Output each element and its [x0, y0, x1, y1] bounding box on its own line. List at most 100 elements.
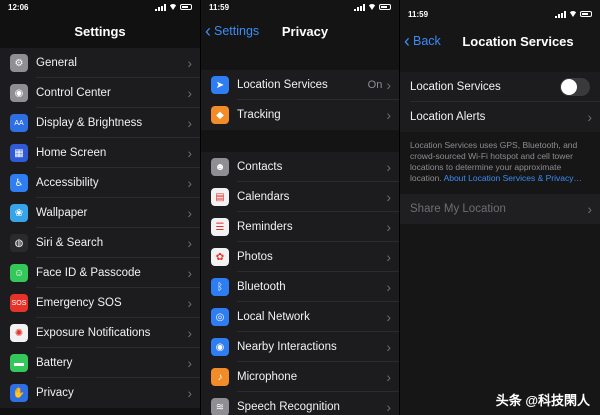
chevron-right-icon: › [187, 145, 192, 161]
list-item[interactable]: ᛒ Bluetooth › [201, 272, 399, 302]
tracking-icon: ◆ [211, 106, 229, 124]
list-item[interactable]: ☰ Reminders › [201, 212, 399, 242]
location-description: Location Services uses GPS, Bluetooth, a… [400, 132, 600, 194]
siri-icon: ◍ [10, 234, 28, 252]
calendar-icon: ▤ [211, 188, 229, 206]
row-label: Control Center [36, 87, 111, 99]
list-item[interactable]: ▤ Calendars › [201, 182, 399, 212]
chevron-right-icon: › [386, 339, 391, 355]
row-label: Local Network [237, 311, 310, 323]
chevron-left-icon: ‹ [404, 31, 410, 51]
list-item[interactable]: ✿ Photos › [201, 242, 399, 272]
list-item[interactable]: ⚙ General › [0, 48, 200, 78]
list-item[interactable]: ☻ Contacts › [201, 152, 399, 182]
page-title: Location Services [462, 33, 574, 49]
contacts-icon: ☻ [211, 158, 229, 176]
location-services-panel: 11:59 ‹ Back Location Services Location … [400, 0, 600, 415]
row-label: Battery [36, 357, 73, 369]
row-label: Home Screen [36, 147, 107, 159]
list-item[interactable]: ♿ Accessibility › [0, 168, 200, 198]
speech-icon: ≋ [211, 398, 229, 415]
status-time: 12:06 [8, 2, 29, 12]
list-item[interactable]: ≋ Speech Recognition › [201, 392, 399, 415]
chevron-right-icon: › [187, 325, 192, 341]
chevron-right-icon: › [187, 235, 192, 251]
settings-list: ⚙ General › ◉ Control Center › AA Display & Bri… [0, 48, 200, 408]
list-item[interactable]: ◍ Siri & Search › [0, 228, 200, 258]
back-button[interactable]: ‹ Settings [205, 14, 259, 48]
row-label: Speech Recognition [237, 401, 340, 413]
chevron-right-icon: › [187, 175, 192, 191]
row-label: Wallpaper [36, 207, 88, 219]
back-button[interactable]: ‹ Back [404, 28, 441, 54]
status-icons [354, 3, 391, 11]
battery-icon: ▬ [10, 354, 28, 372]
list-item[interactable]: ➤ Location Services On › [201, 70, 399, 100]
nav-bar: Settings [0, 14, 200, 48]
list-item[interactable]: ▬ Battery › [0, 348, 200, 378]
status-bar: 12:06 [0, 0, 200, 14]
list-item[interactable]: ✋ Privacy › [0, 378, 200, 408]
location-services-toggle-row[interactable]: Location Services [400, 72, 600, 102]
reminders-icon: ☰ [211, 218, 229, 236]
chevron-right-icon: › [187, 295, 192, 311]
list-item[interactable]: ◆ Tracking › [201, 100, 399, 130]
row-label: Emergency SOS [36, 297, 122, 309]
row-label: General [36, 57, 77, 69]
chevron-right-icon: › [587, 201, 592, 217]
row-label: Location Services [237, 79, 328, 91]
row-label: Location Alerts [410, 111, 486, 123]
photos-icon: ✿ [211, 248, 229, 266]
list-item[interactable]: ◉ Nearby Interactions › [201, 332, 399, 362]
row-label: Calendars [237, 191, 290, 203]
row-label: Bluetooth [237, 281, 286, 293]
row-label: Location Services [410, 81, 501, 93]
row-label: Reminders [237, 221, 293, 233]
row-label: Contacts [237, 161, 283, 173]
chevron-right-icon: › [187, 355, 192, 371]
chevron-right-icon: › [386, 77, 391, 93]
list-item[interactable]: ◎ Local Network › [201, 302, 399, 332]
list-item[interactable]: ♪ Microphone › [201, 362, 399, 392]
chevron-right-icon: › [187, 205, 192, 221]
list-item[interactable]: ◉ Control Center › [0, 78, 200, 108]
status-icons [555, 10, 592, 18]
row-label: Face ID & Passcode [36, 267, 141, 279]
row-label: Exposure Notifications [36, 327, 151, 339]
globe-icon: ◎ [211, 308, 229, 326]
nav-bar: ‹ Back Location Services [400, 28, 600, 54]
row-label: Microphone [237, 371, 298, 383]
chevron-right-icon: › [386, 399, 391, 415]
face-id-icon: ☺ [10, 264, 28, 282]
location-alerts-row[interactable]: Location Alerts › [400, 102, 600, 132]
microphone-icon: ♪ [211, 368, 229, 386]
list-item[interactable]: ▦ Home Screen › [0, 138, 200, 168]
home-screen-icon: ▦ [10, 144, 28, 162]
gear-icon: ⚙ [10, 54, 28, 72]
list-item[interactable]: ☺ Face ID & Passcode › [0, 258, 200, 288]
wifi-icon [169, 4, 177, 10]
exposure-icon: ✺ [10, 324, 28, 342]
location-arrow-icon: ➤ [211, 76, 229, 94]
chevron-right-icon: › [187, 55, 192, 71]
wifi-icon [368, 4, 376, 10]
list-item[interactable]: ❀ Wallpaper › [0, 198, 200, 228]
chevron-right-icon: › [386, 189, 391, 205]
share-my-location-row[interactable]: Share My Location › [400, 194, 600, 224]
chevron-right-icon: › [386, 369, 391, 385]
location-services-toggle[interactable] [560, 78, 590, 96]
row-label: Display & Brightness [36, 117, 143, 129]
list-item[interactable]: SOS Emergency SOS › [0, 288, 200, 318]
list-item[interactable]: ✺ Exposure Notifications › [0, 318, 200, 348]
page-title: Privacy [281, 23, 329, 39]
row-label: Accessibility [36, 177, 99, 189]
privacy-group-permissions: ☻ Contacts › ▤ Calendars › ☰ Reminders › ✿ Photos ›… [201, 152, 399, 415]
privacy-panel: 11:59 ‹ Settings Privacy ➤ Location Servi… [201, 0, 399, 415]
about-location-privacy-link[interactable]: About Location Services & Privacy… [444, 173, 582, 183]
list-item[interactable]: AA Display & Brightness › [0, 108, 200, 138]
wifi-icon [569, 11, 577, 17]
nav-bar: ‹ Settings Privacy [201, 14, 399, 48]
location-settings-group: Location Services Location Alerts › [400, 72, 600, 132]
row-label: Privacy [36, 387, 74, 399]
chevron-right-icon: › [187, 115, 192, 131]
